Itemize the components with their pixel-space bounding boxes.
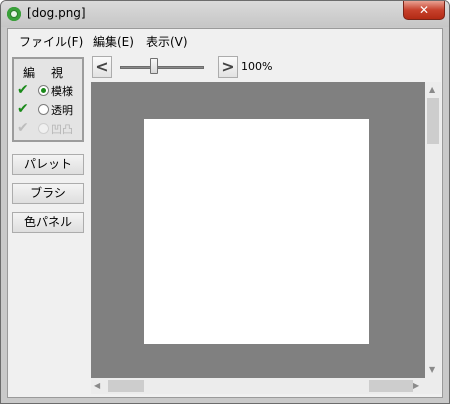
color-panel-button[interactable]: 色パネル (12, 212, 84, 233)
vertical-scrollbar[interactable]: ▲ ▼ (425, 82, 441, 378)
menu-edit[interactable]: 編集(E) (93, 33, 134, 50)
canvas-area[interactable] (91, 82, 425, 378)
brush-button[interactable]: ブラシ (12, 183, 84, 204)
zoom-out-button[interactable]: < (92, 56, 112, 78)
layer-label-pattern: 模様 (51, 85, 73, 98)
app-window: [dog.png] ✕ ファイル(F) 編集(E) 表示(V) 編 視 ✔ 模様… (0, 0, 450, 404)
palette-button[interactable]: パレット (12, 154, 84, 175)
layer-label-bump: 凹凸 (51, 123, 73, 136)
layer-header-view: 視 (51, 66, 64, 80)
layer-view-radio-transparent[interactable] (38, 104, 49, 115)
scrollbar-corner (425, 378, 441, 394)
scroll-up-icon[interactable]: ▲ (429, 85, 435, 95)
window-title: [dog.png] (27, 6, 86, 20)
layer-label-transparent: 透明 (51, 104, 73, 117)
layer-edit-checkbox-transparent[interactable]: ✔ (17, 102, 29, 116)
menu-view[interactable]: 表示(V) (146, 33, 188, 50)
vertical-scroll-thumb[interactable] (427, 98, 439, 144)
image-canvas[interactable] (144, 119, 369, 344)
zoom-slider[interactable] (120, 66, 204, 69)
zoom-level: 100% (241, 60, 273, 73)
layer-header-edit: 編 (23, 66, 36, 80)
scroll-down-icon[interactable]: ▼ (429, 365, 435, 375)
layer-view-radio-pattern[interactable] (38, 85, 49, 96)
layer-view-radio-bump (38, 123, 49, 134)
title-bar[interactable]: [dog.png] ✕ (1, 1, 449, 27)
zoom-slider-thumb[interactable] (150, 58, 158, 74)
zoom-in-button[interactable]: > (218, 56, 238, 78)
horizontal-scrollbar[interactable]: ◀ ▶ (91, 378, 425, 394)
scroll-left-icon[interactable]: ◀ (94, 381, 100, 391)
close-button[interactable]: ✕ (403, 1, 445, 20)
left-panel: 編 視 ✔ 模様 ✔ 透明 ✔ 凹凸 パレット ブラシ 色パネル (8, 52, 92, 397)
layer-box: 編 視 ✔ 模様 ✔ 透明 ✔ 凹凸 (12, 57, 84, 142)
scroll-right-icon[interactable]: ▶ (413, 381, 419, 391)
layer-edit-checkbox-pattern[interactable]: ✔ (17, 83, 29, 97)
menu-file[interactable]: ファイル(F) (19, 33, 83, 50)
zoom-toolbar: < > 100% (92, 52, 442, 82)
app-icon (7, 7, 21, 21)
horizontal-scroll-track-segment[interactable] (369, 380, 413, 392)
horizontal-scroll-thumb[interactable] (108, 380, 144, 392)
layer-edit-checkbox-bump: ✔ (17, 120, 29, 136)
menu-bar: ファイル(F) 編集(E) 表示(V) (8, 29, 442, 51)
